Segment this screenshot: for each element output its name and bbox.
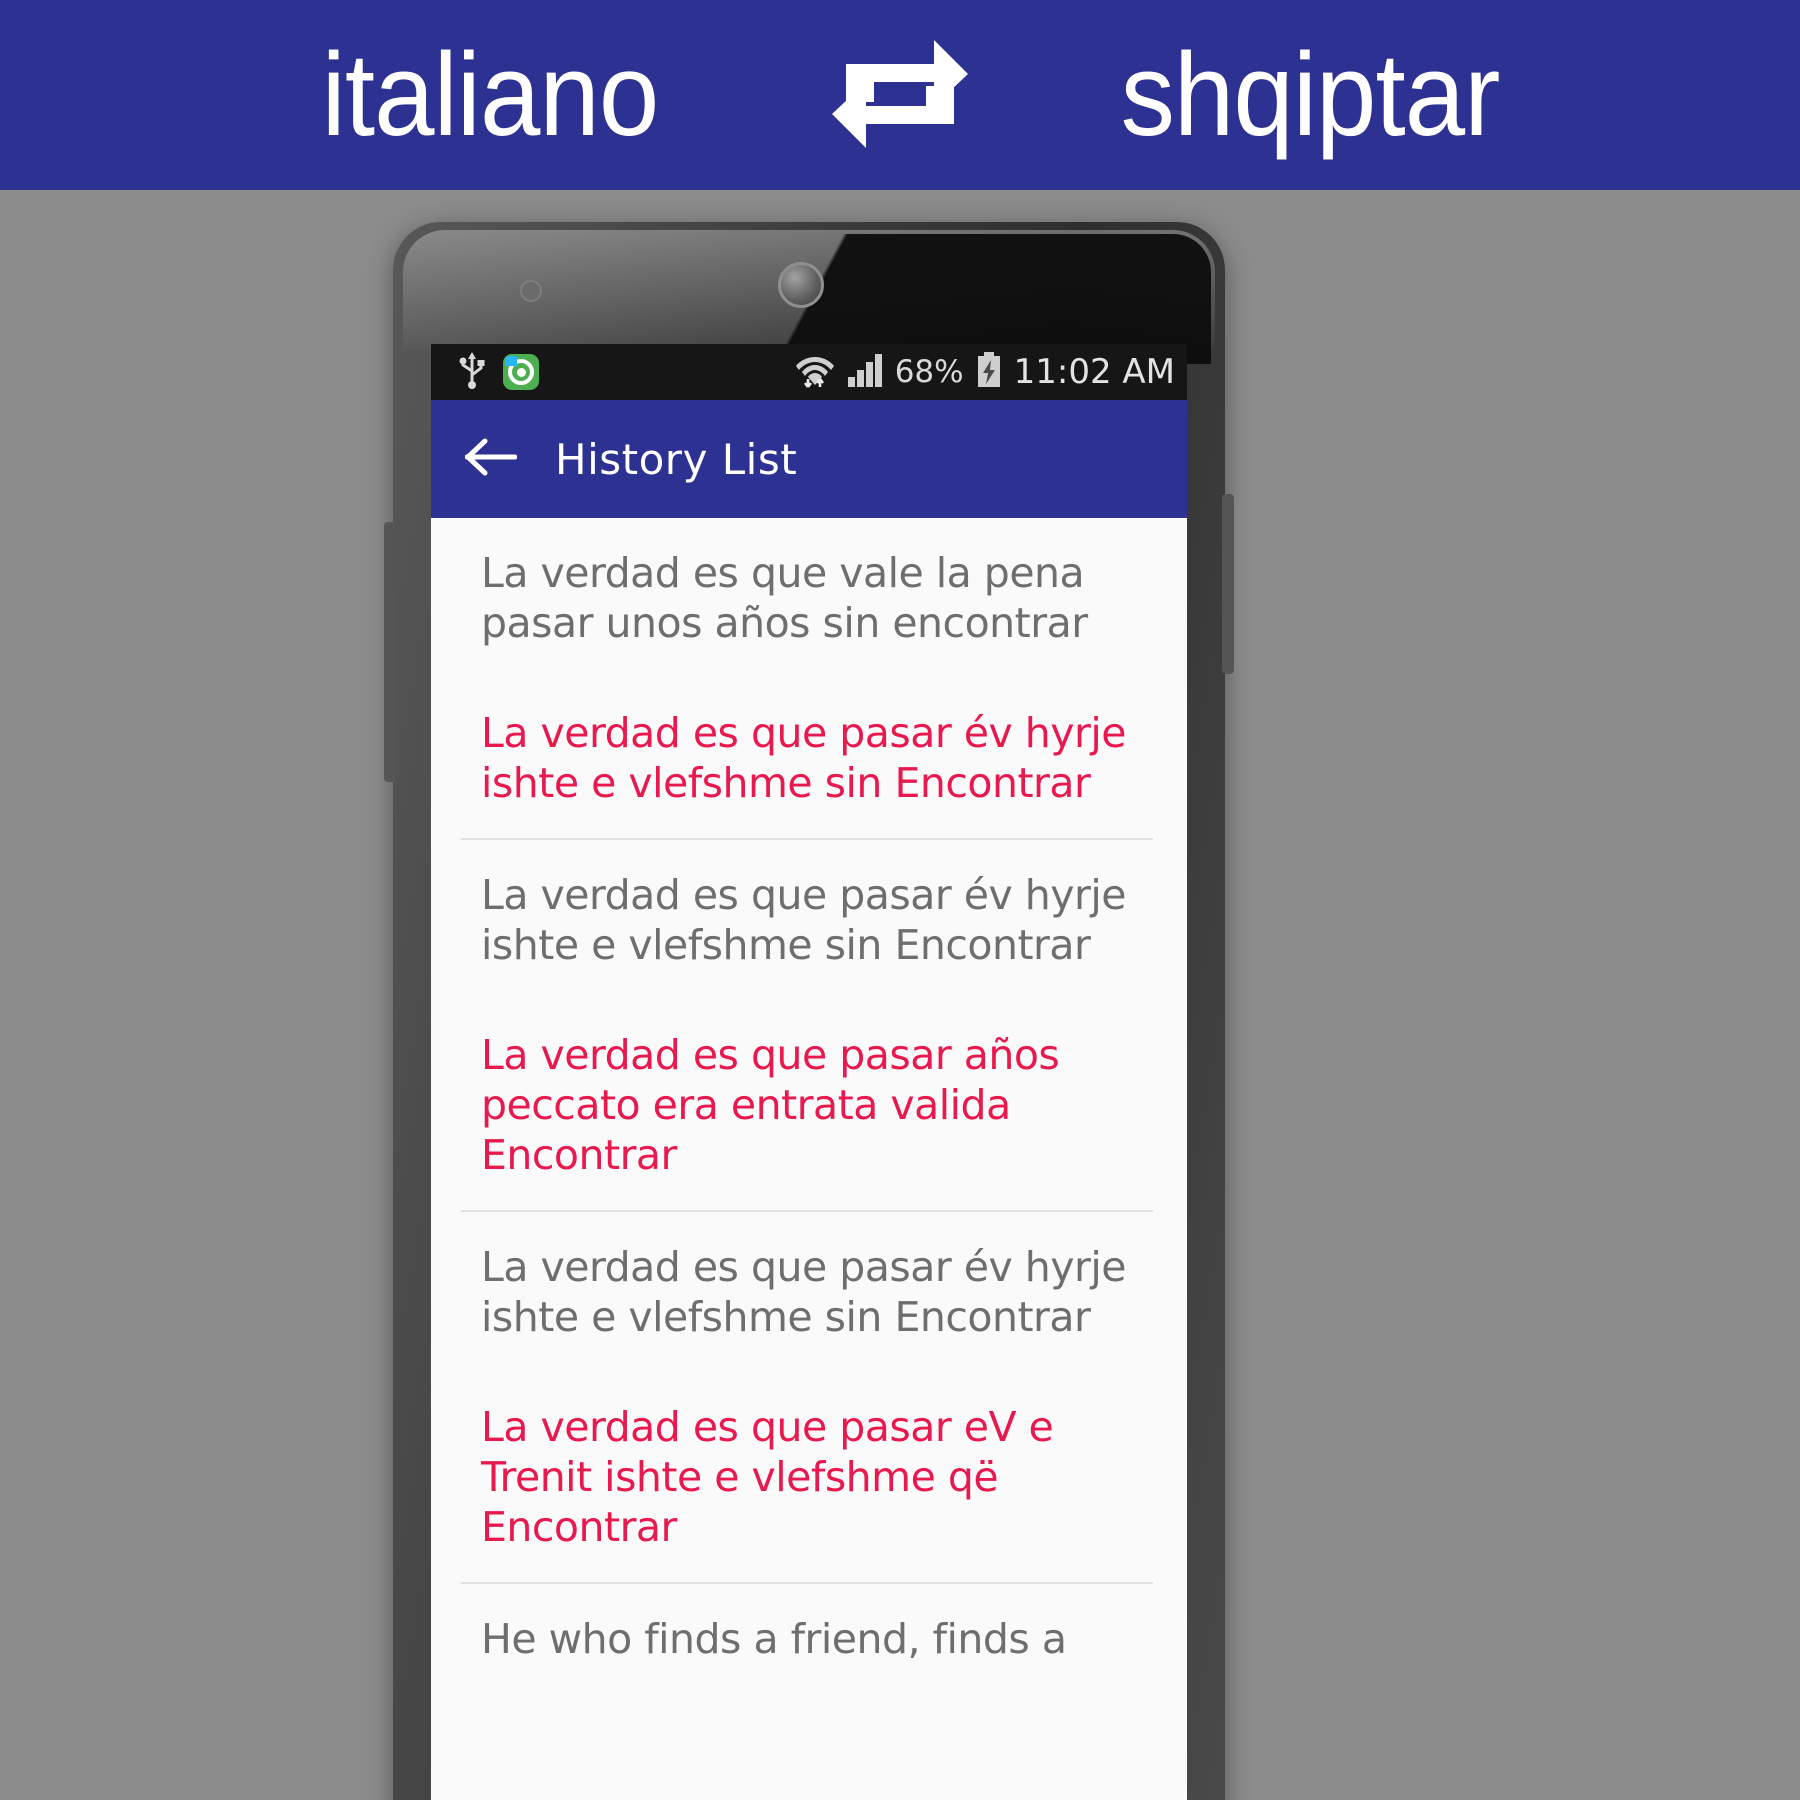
status-bar-clock: 11:02 AM	[1013, 352, 1175, 392]
history-entry-translated: La verdad es que pasar años peccato era …	[481, 1031, 1060, 1180]
list-item[interactable]: He who finds a friend, finds a	[431, 1584, 1187, 1694]
history-entry-source: La verdad es que vale la pena pasar unos…	[481, 549, 1088, 648]
status-bar-left	[459, 351, 539, 393]
green-app-icon	[503, 354, 539, 390]
promo-banner: italiano shqiptar	[0, 0, 1800, 190]
history-entry-source: He who finds a friend, finds a	[481, 1615, 1067, 1664]
phone-mockup: 68% 11:02 AM History List La verdad es q…	[384, 222, 1234, 1800]
history-entry-translated: La verdad es que pasar eV e Trenit ishte…	[481, 1403, 1054, 1552]
list-item[interactable]: La verdad es que vale la pena pasar unos…	[431, 518, 1187, 678]
usb-icon	[459, 351, 485, 393]
swap-repeat-icon	[810, 30, 990, 160]
list-item[interactable]: La verdad es que pasar év hyrje ishte e …	[431, 678, 1187, 838]
cellular-signal-icon	[847, 353, 883, 391]
list-item[interactable]: La verdad es que pasar év hyrje ishte e …	[431, 1212, 1187, 1372]
status-bar: 68% 11:02 AM	[431, 344, 1187, 400]
app-icon-corner-badge	[505, 356, 517, 366]
volume-button[interactable]	[384, 522, 396, 782]
power-button[interactable]	[1222, 494, 1234, 674]
battery-percent-label: 68%	[894, 354, 964, 390]
back-arrow-icon[interactable]	[464, 437, 518, 481]
list-item[interactable]: La verdad es que pasar év hyrje ishte e …	[431, 840, 1187, 1000]
history-entry-source: La verdad es que pasar év hyrje ishte e …	[481, 1243, 1126, 1342]
list-item[interactable]: La verdad es que pasar años peccato era …	[431, 1000, 1187, 1210]
history-list[interactable]: La verdad es que vale la pena pasar unos…	[431, 518, 1187, 1800]
list-item[interactable]: La verdad es que pasar eV e Trenit ishte…	[431, 1372, 1187, 1582]
source-language-label: italiano	[321, 29, 660, 161]
earpiece-sensor	[778, 262, 824, 308]
status-bar-right: 68% 11:02 AM	[795, 351, 1175, 393]
history-entry-source: La verdad es que pasar év hyrje ishte e …	[481, 871, 1126, 970]
phone-screen: 68% 11:02 AM History List La verdad es q…	[431, 344, 1187, 1800]
page-title: History List	[555, 434, 798, 484]
target-language-label: shqiptar	[1120, 29, 1501, 161]
front-camera-icon	[520, 280, 542, 302]
app-bar: History List	[431, 400, 1187, 518]
battery-charging-icon	[976, 352, 1002, 392]
history-entry-translated: La verdad es que pasar év hyrje ishte e …	[481, 709, 1126, 808]
wifi-icon	[795, 351, 835, 393]
